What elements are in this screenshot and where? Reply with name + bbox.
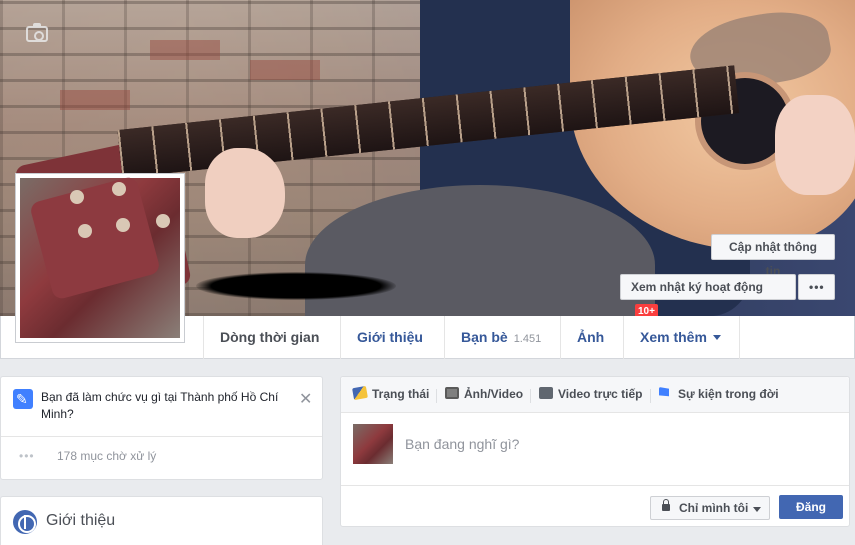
tab-live-video[interactable]: Video trực tiếp (539, 387, 643, 401)
photo-icon (445, 387, 459, 399)
tab-photos[interactable]: Ảnh (560, 316, 620, 359)
cover-brick-detail (60, 90, 130, 110)
tab-more[interactable]: Xem thêm (623, 316, 740, 359)
tab-label: Bạn bè (461, 329, 508, 345)
update-info-button[interactable]: Cập nhật thông tin (711, 234, 835, 278)
post-button[interactable]: Đăng (779, 495, 843, 519)
activity-badge: 10+ (635, 304, 658, 316)
video-camera-icon (539, 387, 553, 399)
cover-brick-detail (250, 60, 320, 80)
redacted-profile-name (196, 272, 396, 300)
divider (650, 389, 651, 403)
profile-question-card: Bạn đã làm chức vụ gì tại Thành phố Hồ C… (0, 376, 323, 480)
composer-tabs: Trạng thái Ảnh/Video Video trực tiếp Sự … (341, 377, 849, 413)
tab-about[interactable]: Giới thiệu (340, 316, 439, 359)
more-dots-icon: ••• (19, 449, 35, 463)
divider (530, 389, 531, 403)
privacy-label: Chỉ mình tôi (679, 501, 749, 515)
post-composer: Trạng thái Ảnh/Video Video trực tiếp Sự … (340, 376, 850, 527)
status-input[interactable]: Bạn đang nghĩ gì? (405, 436, 519, 452)
about-card: Giới thiệu (0, 496, 323, 545)
chevron-down-icon (753, 507, 761, 512)
tab-photo-video[interactable]: Ảnh/Video (445, 387, 523, 401)
about-title[interactable]: Giới thiệu (46, 512, 115, 530)
lock-icon (662, 499, 670, 511)
tuner-peg (156, 214, 170, 228)
question-text[interactable]: Bạn đã làm chức vụ gì tại Thành phố Hồ C… (41, 389, 291, 423)
activity-log-label: Xem nhật ký hoạt động (631, 280, 764, 294)
tab-label: Sự kiện trong đời (678, 387, 779, 401)
tuner-peg (112, 182, 126, 196)
friends-count: 1.451 (513, 333, 542, 345)
more-options-button[interactable]: ••• (798, 274, 835, 300)
tab-label: Dòng thời gian (220, 329, 320, 345)
cover-brick-detail (150, 40, 220, 60)
tab-life-event[interactable]: Sự kiện trong đời (659, 387, 779, 401)
tab-timeline[interactable]: Dòng thời gian (203, 316, 335, 359)
flag-icon (659, 387, 673, 397)
chevron-down-icon (712, 335, 721, 340)
profile-picture-image (20, 178, 180, 338)
edit-icon (13, 389, 33, 409)
globe-icon (13, 510, 37, 534)
cover-hand (775, 95, 855, 195)
divider (1, 436, 322, 437)
tab-label: Video trực tiếp (558, 387, 643, 401)
divider (341, 485, 849, 486)
camera-icon[interactable] (26, 23, 48, 42)
activity-log-button[interactable]: Xem nhật ký hoạt động 10+ (620, 274, 796, 316)
tab-label: Xem thêm (640, 329, 707, 345)
tab-friends[interactable]: Bạn bè 1.451 (444, 316, 557, 359)
tuner-peg (78, 224, 92, 238)
divider (436, 389, 437, 403)
tab-label: Ảnh (577, 329, 605, 345)
tab-status[interactable]: Trạng thái (352, 385, 430, 401)
tuner-peg (70, 190, 84, 204)
cover-hand (205, 148, 285, 238)
profile-picture[interactable] (15, 173, 185, 343)
tuner-peg (116, 218, 130, 232)
tab-label: Giới thiệu (357, 329, 423, 345)
close-icon[interactable]: ✕ (299, 389, 312, 409)
tab-label: Trạng thái (372, 387, 430, 401)
tab-label: Ảnh/Video (464, 387, 524, 401)
avatar (353, 424, 393, 464)
pencil-icon (352, 385, 368, 401)
privacy-selector[interactable]: Chỉ mình tôi (650, 496, 770, 520)
pending-items-link[interactable]: 178 mục chờ xử lý (57, 449, 156, 463)
